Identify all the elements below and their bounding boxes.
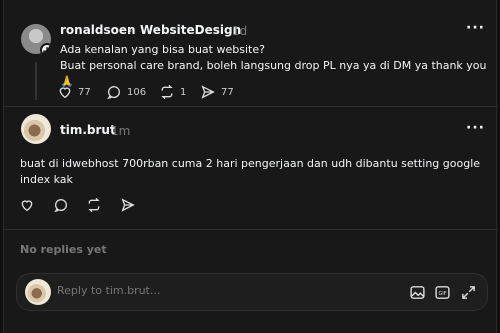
comment-button[interactable] [53,197,69,213]
reply-input[interactable] [57,284,357,297]
reply-time: 1m [111,124,131,138]
gif-icon[interactable]: GIF [434,284,451,301]
repost-icon [161,84,173,100]
heart-icon [59,87,71,99]
send-icon [121,198,135,212]
reply-composer[interactable]: GIF [16,273,488,311]
reply-author[interactable]: tim.brut [60,123,116,137]
divider [4,106,498,107]
reply-text-line: index kak [20,173,73,186]
share-button[interactable] [120,197,136,213]
reply-text-line: buat di idwebhost 700rban cuma 2 hari pe… [20,157,481,170]
post-time: 1d [232,24,248,38]
post-text-line: Ada kenalan yang bisa buat website? [60,43,265,56]
avatar [25,279,51,305]
follow-plus-icon[interactable]: + [40,43,51,54]
like-button[interactable] [19,197,35,213]
expand-icon[interactable] [460,284,477,301]
post-author[interactable]: ronaldsoen [60,23,136,37]
svg-text:GIF: GIF [438,291,446,297]
share-count: 77 [221,86,234,98]
avatar[interactable]: + [21,24,51,54]
avatar[interactable] [21,114,51,144]
thread-line [35,62,37,100]
community-name[interactable]: WebsiteDesign [140,23,241,37]
comment-button[interactable]: 106 [106,84,146,100]
divider [4,229,498,230]
comment-icon [54,199,68,213]
chevron-right-icon: › [128,24,133,37]
share-button[interactable]: 77 [200,84,234,100]
heart-icon [21,200,33,212]
more-icon[interactable]: ··· [466,20,485,36]
repost-icon [88,197,100,213]
like-button[interactable]: 77 [57,84,91,100]
image-icon[interactable] [409,284,426,301]
send-icon [201,85,215,99]
thread-panel: + ronaldsoen › WebsiteDesign 1d ··· Ada … [3,0,498,333]
like-count: 77 [78,86,91,98]
comment-icon [107,86,121,100]
comment-count: 106 [127,86,147,98]
repost-button[interactable] [86,197,102,213]
no-replies-label: No replies yet [20,243,107,256]
repost-button[interactable]: 1 [159,84,186,100]
repost-count: 1 [180,86,187,98]
more-icon[interactable]: ··· [466,120,485,136]
